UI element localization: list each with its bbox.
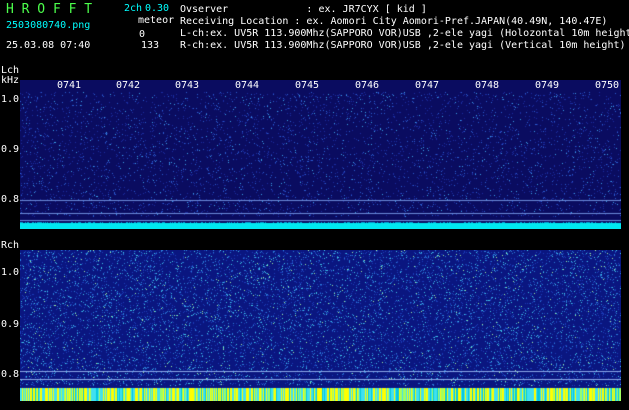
time-tick-0749: 0749 [535,80,560,91]
lch-unit-label: kHz [1,75,20,86]
rch-ytick-0-8: 0.8 [1,369,20,380]
observer-info: Ovserver : ex. JR7CYX [ kid ] [180,4,427,15]
lch-ytick-0-8: 0.8 [1,194,20,205]
time-tick-0747: 0747 [415,80,440,91]
time-tick-0746: 0746 [355,80,380,91]
lch-info: L-ch:ex. UV5R 113.900Mhz(SAPPORO VOR)USB… [180,28,629,39]
rch-ytick-1-0: 1.0 [1,267,20,278]
rch-spectrogram[interactable] [20,250,621,401]
time-tick-0743: 0743 [175,80,200,91]
time-tick-0742: 0742 [116,80,141,91]
rch-spectrogram-canvas [20,250,621,401]
rch-info: R-ch:ex. UV5R 113.900Mhz(SAPPORO VOR)USB… [180,40,626,51]
time-tick-0750: 0750 [595,80,620,91]
rch-label: Rch [1,240,20,251]
lch-spectrogram-canvas [20,80,621,229]
time-tick-0744: 0744 [235,80,260,91]
version-label: 0.30 [145,3,170,14]
date-time: 25.03.08 07:40 [6,40,91,51]
rch-ytick-0-9: 0.9 [1,319,20,330]
meteor-count-rch: 133 [141,40,160,51]
lch-ytick-0-9: 0.9 [1,144,20,155]
channel-count: 2ch [124,3,143,14]
app-title: H R O F F T [6,2,93,17]
time-tick-0745: 0745 [295,80,320,91]
time-tick-0741: 0741 [57,80,82,91]
time-tick-0748: 0748 [475,80,500,91]
lch-ytick-1-0: 1.0 [1,94,20,105]
lch-spectrogram[interactable]: 0741 0742 0743 0744 0745 0746 0747 0748 … [20,80,621,229]
location-info: Receiving Location : ex. Aomori City Aom… [180,16,608,27]
meteor-label: meteor [138,15,175,26]
meteor-count-lch: 0 [139,29,146,40]
file-name: 2503080740.png [6,20,91,31]
